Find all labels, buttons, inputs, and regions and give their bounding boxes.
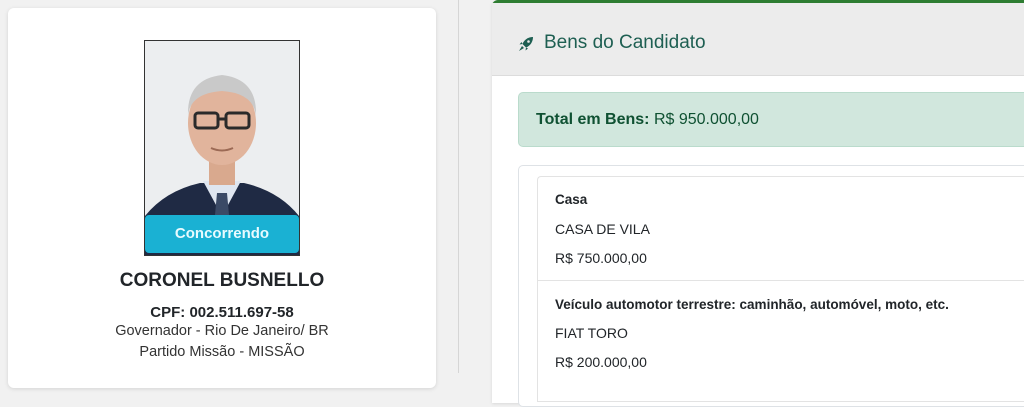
candidate-photo: Concorrendo [144,40,300,256]
total-assets-value: R$ 950.000,00 [653,111,759,128]
candidate-party: Partido Missão - MISSÃO [139,344,305,360]
candidate-card: Concorrendo CORONEL BUSNELLO CPF: 002.51… [8,8,436,388]
assets-card-title: Bens do Candidato [544,32,706,53]
candidate-name: CORONEL BUSNELLO [119,270,325,291]
asset-value: R$ 200.000,00 [555,354,647,370]
list-item: Casa CASA DE VILA R$ 750.000,00 [537,176,1024,280]
asset-description: FIAT TORO [555,325,628,341]
assets-list: Casa CASA DE VILA R$ 750.000,00 Veículo … [518,165,1024,407]
list-item: Veículo automotor terrestre: caminhão, a… [537,280,1024,402]
assets-card-header: Bens do Candidato [492,3,1024,76]
candidate-cpf: CPF: 002.511.697-58 [150,304,294,321]
asset-value: R$ 750.000,00 [555,250,647,266]
status-badge: Concorrendo [145,215,299,253]
asset-description: CASA DE VILA [555,221,650,237]
assets-card: Bens do Candidato Total em Bens: R$ 950.… [492,0,1024,407]
asset-type: Veículo automotor terrestre: caminhão, a… [555,297,949,312]
total-assets-alert: Total em Bens: R$ 950.000,00 [518,92,1024,147]
asset-type: Casa [555,192,588,207]
total-assets-label: Total em Bens: [536,111,650,128]
rocket-icon [518,36,534,57]
column-divider [458,0,459,373]
candidate-office: Governador - Rio De Janeiro/ BR [115,323,329,339]
